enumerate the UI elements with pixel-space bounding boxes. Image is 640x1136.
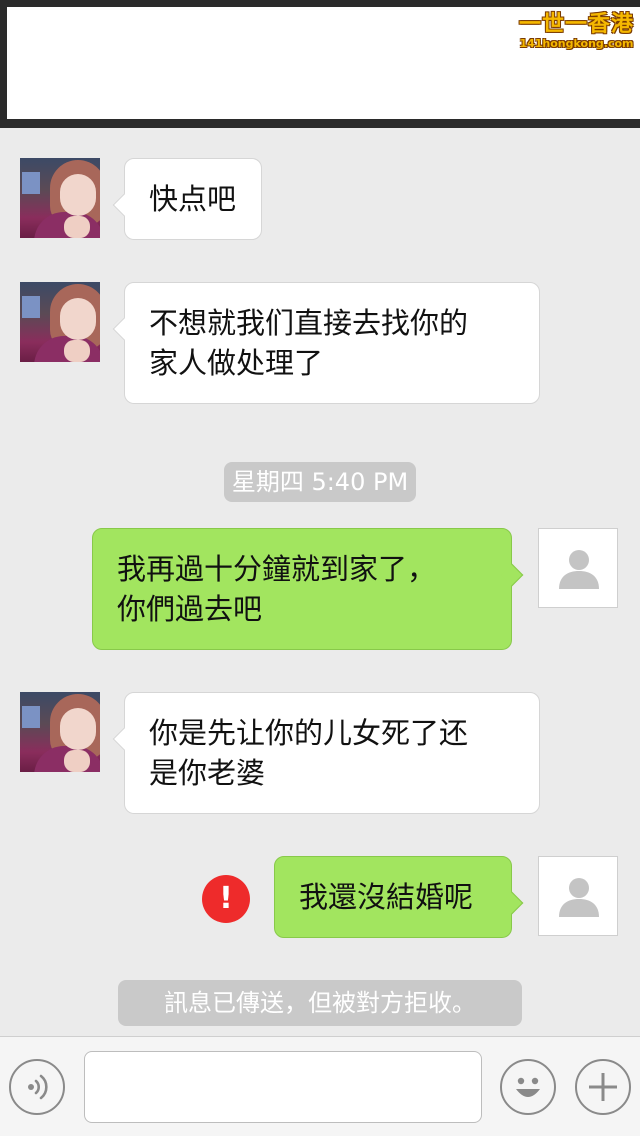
person-silhouette-icon [559, 550, 599, 589]
my-avatar[interactable] [538, 528, 618, 608]
header-content: 一世一香港 141hongkong.com [7, 7, 640, 119]
message-input-bar [0, 1036, 640, 1136]
contact-avatar[interactable] [20, 692, 100, 772]
message-text: 快点吧 [149, 182, 237, 216]
voice-icon [28, 1074, 48, 1100]
message-text: 我還沒結婚呢 [299, 880, 474, 914]
message-bubble-outgoing[interactable]: 我再過十分鐘就到家了， 你們過去吧 [92, 528, 524, 650]
watermark-logo: 一世一香港 141hongkong.com [519, 13, 634, 51]
watermark-title: 一世一香港 [518, 12, 634, 37]
message-text: 你是先让你的儿女死了还 是你老婆 [149, 716, 469, 790]
message-bubble-incoming[interactable]: 不想就我们直接去找你的 家人做处理了 [112, 282, 540, 404]
person-silhouette-icon [559, 878, 599, 917]
header-bar: 一世一香港 141hongkong.com [0, 0, 640, 128]
voice-button[interactable] [9, 1059, 65, 1115]
exclamation-icon[interactable]: ! [202, 875, 250, 923]
message-text: 我再過十分鐘就到家了， 你們過去吧 [117, 552, 437, 626]
add-button[interactable] [575, 1059, 631, 1115]
plus-icon [589, 1073, 617, 1101]
contact-avatar[interactable] [20, 282, 100, 362]
system-notice-text: 訊息已傳送，但被對方拒收。 [164, 989, 476, 1017]
watermark-subtitle: 141hongkong.com [519, 37, 634, 50]
my-avatar[interactable] [538, 856, 618, 936]
contact-avatar[interactable] [20, 158, 100, 238]
system-notice-pill: 訊息已傳送，但被對方拒收。 [118, 980, 522, 1026]
message-text: 不想就我们直接去找你的 家人做处理了 [149, 306, 469, 380]
emoji-button[interactable] [500, 1059, 556, 1115]
message-bubble-outgoing-failed[interactable]: 我還沒結婚呢 [274, 856, 524, 938]
message-input[interactable] [84, 1051, 482, 1123]
emoji-icon [516, 1077, 540, 1097]
message-bubble-incoming[interactable]: 快点吧 [112, 158, 262, 240]
timestamp-text: 星期四 5:40 PM [231, 468, 409, 496]
timestamp-pill: 星期四 5:40 PM [224, 462, 416, 502]
message-bubble-incoming[interactable]: 你是先让你的儿女死了还 是你老婆 [112, 692, 540, 814]
